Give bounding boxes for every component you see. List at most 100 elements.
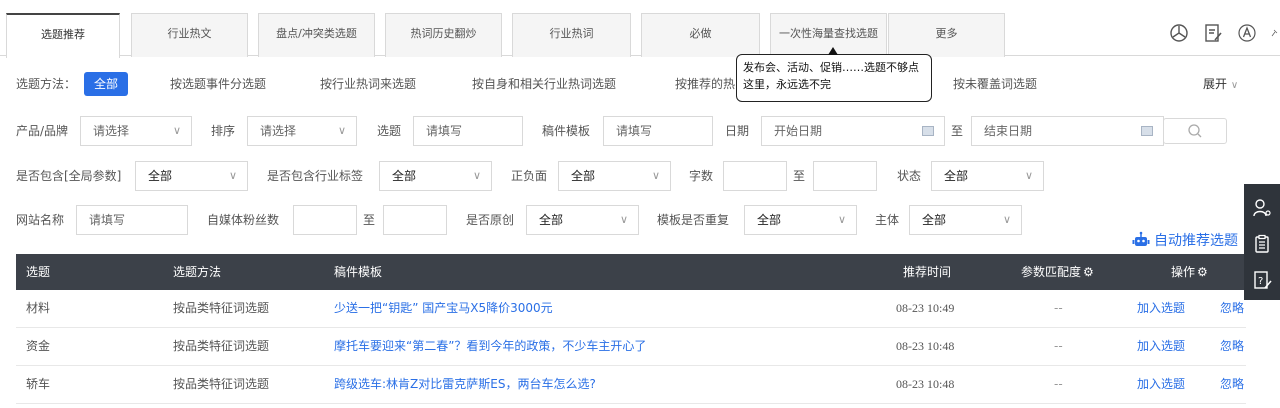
word-count-max-input[interactable] — [813, 161, 877, 191]
col-match[interactable]: 参数匹配度 ⚙ — [1021, 254, 1094, 290]
industry-tag-label: 是否包含行业标签 — [267, 169, 364, 183]
expand-label: 展开 — [1203, 77, 1228, 91]
industry-tag-select[interactable]: 全部 ∨ — [379, 161, 492, 191]
chevron-down-icon: ∨ — [472, 169, 481, 182]
col-action[interactable]: 操作 ⚙ — [1171, 254, 1208, 290]
chevron-down-icon: ∨ — [1024, 169, 1033, 182]
table-row: 资金 按品类特征词选题 摩托车要迎来“第二春”？看到今年的政策，不少车主开心了 … — [16, 328, 1246, 366]
tab-industry-articles[interactable]: 行业热文 — [131, 13, 248, 57]
row-match: -- — [1054, 339, 1063, 353]
method-all-chip[interactable]: 全部 — [84, 72, 129, 96]
ignore-button[interactable]: 忽略 — [1220, 366, 1244, 402]
sort-select-value: 请选择 — [260, 124, 297, 138]
floating-sidebar: ? — [1244, 184, 1280, 300]
add-topic-button[interactable]: 加入选题 — [1137, 366, 1185, 402]
chevron-down-icon: ∨ — [1230, 80, 1239, 91]
row-topic: 资金 — [26, 339, 51, 353]
date-start-placeholder: 开始日期 — [774, 124, 823, 138]
method-industry-hotword[interactable]: 按行业热词来选题 — [320, 68, 416, 100]
polarity-select[interactable]: 全部 ∨ — [558, 161, 671, 191]
brand-label: 产品/品牌 — [16, 124, 69, 138]
tab-label: 热词历史翻炒 — [410, 27, 477, 40]
help-edit-icon[interactable]: ? — [1250, 268, 1274, 292]
search-button[interactable] — [1163, 118, 1227, 144]
original-select[interactable]: 全部 ∨ — [526, 205, 639, 235]
fans-max-input[interactable] — [383, 205, 447, 235]
method-self-related-hotword[interactable]: 按自身和相关行业热词选题 — [472, 68, 616, 100]
brand-select-value: 请选择 — [93, 124, 130, 138]
tab-label: 更多 — [935, 27, 958, 40]
status-select[interactable]: 全部 ∨ — [931, 161, 1044, 191]
global-param-select[interactable]: 全部 ∨ — [135, 161, 248, 191]
row-match: -- — [1054, 301, 1063, 315]
auto-recommend-label: 自动推荐选题 — [1154, 233, 1238, 249]
chevron-down-icon: ∨ — [172, 124, 181, 137]
tab-more[interactable]: 更多 — [888, 13, 1005, 57]
font-a-icon[interactable] — [1236, 22, 1258, 44]
gear-icon[interactable]: ⚙ — [1197, 265, 1208, 279]
row-template-link[interactable]: 少送一把“钥匙” 国产宝马X5降价3000元 — [334, 290, 553, 326]
word-count-label: 字数 — [689, 169, 714, 183]
calendar-icon — [922, 126, 934, 136]
chevron-down-icon: ∨ — [228, 169, 237, 182]
chevron-down-icon: ∨ — [337, 124, 346, 137]
gear-icon[interactable]: ⚙ — [1083, 265, 1094, 279]
tab-inventory-conflict[interactable]: 盘点/冲突类选题 — [258, 13, 375, 57]
user-settings-icon[interactable] — [1250, 196, 1274, 220]
add-topic-button[interactable]: 加入选题 — [1137, 328, 1185, 364]
template-input[interactable]: 请填写 — [603, 116, 713, 146]
date-label: 日期 — [725, 124, 750, 138]
row-time: 08-23 10:48 — [896, 377, 955, 391]
subject-label: 主体 — [875, 213, 900, 227]
template-input-placeholder: 请填写 — [616, 124, 653, 138]
method-recommended[interactable]: 按推荐的热 — [675, 68, 735, 100]
site-name-input[interactable]: 请填写 — [76, 205, 188, 235]
svg-text:?: ? — [1258, 276, 1263, 287]
subject-value: 全部 — [922, 213, 947, 227]
add-topic-button[interactable]: 加入选题 — [1137, 290, 1185, 326]
brand-select[interactable]: 请选择 ∨ — [80, 116, 192, 146]
method-event[interactable]: 按选题事件分选题 — [170, 68, 266, 100]
ignore-button[interactable]: 忽略 — [1220, 328, 1244, 364]
expand-toggle[interactable]: 展开 ∨ — [1203, 68, 1238, 102]
sort-select[interactable]: 请选择 ∨ — [247, 116, 357, 146]
template-dup-select[interactable]: 全部 ∨ — [744, 205, 857, 235]
tab-hotword-history[interactable]: 热词历史翻炒 — [385, 13, 502, 57]
pin-icon[interactable] — [1270, 22, 1280, 44]
tab-bar: 选题推荐 行业热文 盘点/冲突类选题 热词历史翻炒 行业热词 必做 一次性海量查… — [0, 0, 1280, 58]
word-count-min-input[interactable] — [723, 161, 787, 191]
date-end-input[interactable]: 结束日期 — [971, 116, 1164, 146]
ignore-button[interactable]: 忽略 — [1220, 290, 1244, 326]
fans-min-input[interactable] — [293, 205, 357, 235]
row-template-link[interactable]: 跨级选车:林肯Z对比雷克萨斯ES，两台车怎么选? — [334, 366, 596, 402]
row-method: 按品类特征词选题 — [173, 339, 270, 353]
template-dup-label: 模板是否重复 — [657, 213, 730, 227]
filter-row-2: 产品/品牌 请选择 ∨ 排序 请选择 ∨ 选题 请填写 稿件模板 请填写 日期 开始… — [0, 115, 1280, 147]
table-row: 轿车 按品类特征词选题 跨级选车:林肯Z对比雷克萨斯ES，两台车怎么选? 08-… — [16, 366, 1246, 404]
tab-industry-hotwords[interactable]: 行业热词 — [512, 13, 631, 57]
subject-select[interactable]: 全部 ∨ — [909, 205, 1022, 235]
edit-doc-icon[interactable] — [1202, 22, 1224, 44]
auto-recommend-button[interactable]: 自动推荐选题 — [1132, 230, 1238, 250]
date-to-label: 至 — [951, 124, 964, 138]
tab-must-do[interactable]: 必做 — [641, 13, 760, 57]
row-topic: 轿车 — [26, 377, 51, 391]
tab-label: 选题推荐 — [41, 28, 85, 41]
row-template-link[interactable]: 摩托车要迎来“第二春”？看到今年的政策，不少车主开心了 — [334, 328, 646, 364]
tooltip: 发布会、活动、促销……选题不够点这里，永远选不完 — [736, 47, 932, 102]
topic-input[interactable]: 请填写 — [413, 116, 523, 146]
row-match: -- — [1054, 377, 1063, 391]
clipboard-icon[interactable] — [1250, 232, 1274, 256]
tab-topic-recommend[interactable]: 选题推荐 — [6, 13, 120, 58]
fans-to-label: 至 — [363, 213, 376, 227]
calendar-icon — [1141, 126, 1153, 136]
chevron-down-icon: ∨ — [837, 213, 846, 226]
compass-icon[interactable] — [1168, 22, 1190, 44]
date-start-input[interactable]: 开始日期 — [761, 116, 945, 146]
method-uncovered[interactable]: 按未覆盖词选题 — [953, 68, 1037, 100]
row-method: 按品类特征词选题 — [173, 377, 270, 391]
tab-label: 必做 — [689, 27, 712, 40]
col-time: 推荐时间 — [903, 265, 952, 279]
tab-label: 盘点/冲突类选题 — [276, 27, 357, 40]
date-end-placeholder: 结束日期 — [984, 124, 1033, 138]
